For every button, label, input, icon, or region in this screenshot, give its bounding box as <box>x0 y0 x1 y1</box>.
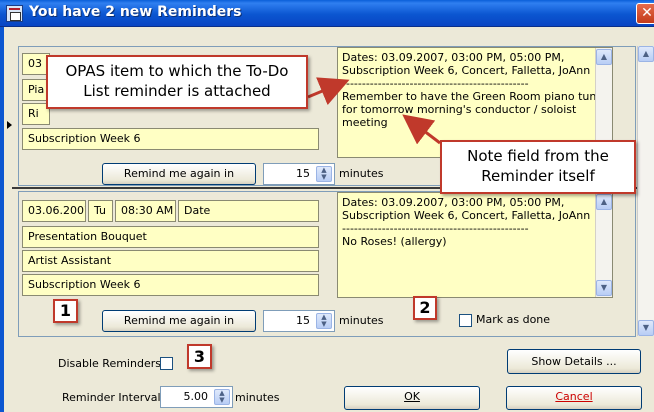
app-icon <box>6 5 23 22</box>
spinner-updown-icon[interactable]: ▲ ▼ <box>316 166 332 182</box>
reminder-2-remind-unit: minutes <box>339 314 384 327</box>
reminder-2-remind-button[interactable]: Remind me again in <box>102 310 256 332</box>
reminder-1-remind-unit: minutes <box>339 167 384 180</box>
reminder-2-note: Dates: 03.09.2007, 03:00 PM, 05:00 PM, S… <box>337 192 613 298</box>
mark-done-checkbox[interactable] <box>459 314 472 327</box>
reminder-2-role: Artist Assistant <box>22 250 319 272</box>
spinner-updown-icon[interactable]: ▲ ▼ <box>316 313 332 329</box>
scroll-down-icon[interactable]: ▼ <box>638 320 654 336</box>
scroll-up-icon[interactable]: ▲ <box>596 49 612 65</box>
window-title: You have 2 new Reminders <box>29 4 242 20</box>
scroll-up-icon[interactable]: ▲ <box>638 46 654 62</box>
reminder-1-note-header: Dates: 03.09.2007, 03:00 PM, 05:00 PM, S… <box>342 51 591 77</box>
callout-note-field: Note field from the Reminder itself <box>440 140 636 194</box>
reminder-interval-value: 5.00 <box>183 390 209 403</box>
scroll-up-icon[interactable]: ▲ <box>596 194 612 210</box>
reminder-interval-label: Reminder Interval <box>62 391 161 404</box>
reminder-2-note-body: No Roses! (allergy) <box>342 235 447 248</box>
mark-done-label: Mark as done <box>476 313 551 326</box>
ok-button[interactable]: OK <box>344 386 480 410</box>
reminder-1-remind-value: 15 <box>296 167 310 180</box>
spinner-updown-icon[interactable]: ▲ ▼ <box>214 389 230 405</box>
reminder-interval-unit: minutes <box>235 391 280 404</box>
reminder-2-date: 03.06.2007 <box>22 200 86 222</box>
reminder-2-remind-spinner[interactable]: 15 ▲ ▼ <box>263 310 335 332</box>
disable-reminders-label: Disable Reminders <box>58 357 161 370</box>
title-bar: You have 2 new Reminders ✕ <box>0 0 654 27</box>
annotation-number-2: 2 <box>413 296 437 320</box>
reminders-scrollbar[interactable]: ▲ ▼ <box>637 46 654 336</box>
annotation-number-3: 3 <box>187 344 212 369</box>
reminder-2-type: Date <box>178 200 319 222</box>
reminder-1-remind-button[interactable]: Remind me again in <box>102 163 256 185</box>
reminder-2-time: 08:30 AM <box>115 200 176 222</box>
reminder-interval-spinner[interactable]: 5.00 ▲ ▼ <box>160 386 233 408</box>
reminder-2-note-header: Dates: 03.09.2007, 03:00 PM, 05:00 PM, S… <box>342 196 591 222</box>
reminder-1-series: Subscription Week 6 <box>22 128 319 150</box>
reminder-2-series: Subscription Week 6 <box>22 274 319 296</box>
annotation-number-1: 1 <box>53 299 78 323</box>
reminder-2-title: Presentation Bouquet <box>22 226 319 248</box>
callout-opas-item: OPAS item to which the To-Do List remind… <box>46 55 308 109</box>
reminder-1-remind-spinner[interactable]: 15 ▲ ▼ <box>263 163 335 185</box>
cancel-button[interactable]: Cancel <box>506 386 642 410</box>
reminder-1-note-divider: ----------------------------------------… <box>342 77 529 90</box>
row-indicator-icon <box>7 121 12 129</box>
show-details-button[interactable]: Show Details ... <box>507 349 641 374</box>
scroll-down-icon[interactable]: ▼ <box>596 280 612 296</box>
reminder-2-remind-value: 15 <box>296 314 310 327</box>
reminder-2-note-scrollbar[interactable]: ▲ ▼ <box>595 193 612 297</box>
reminder-2-day: Tu <box>88 200 113 222</box>
reminder-1-note-body: Remember to have the Green Room piano tu… <box>342 90 611 129</box>
reminder-2-note-divider: ----------------------------------------… <box>342 222 529 235</box>
disable-reminders-checkbox[interactable] <box>160 357 173 370</box>
reminder-panel-2: 03.06.2007 Tu 08:30 AM Date Presentation… <box>18 191 636 337</box>
close-button[interactable]: ✕ <box>636 3 654 24</box>
